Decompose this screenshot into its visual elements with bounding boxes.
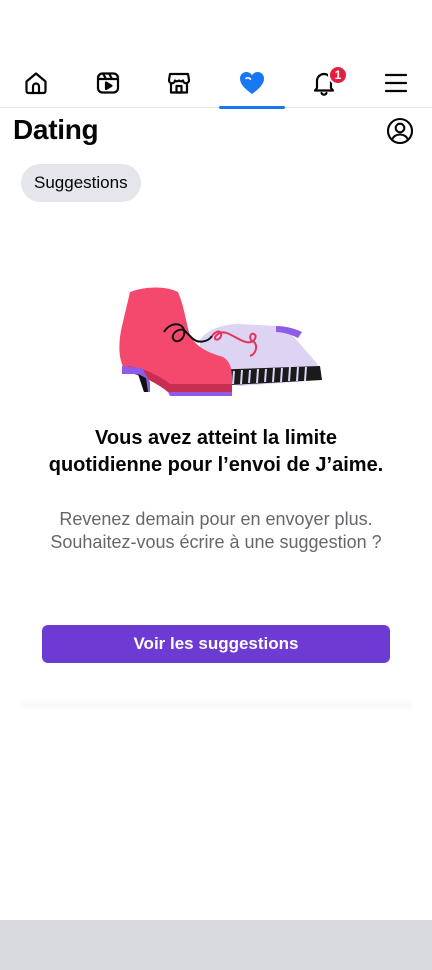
marketplace-icon — [166, 70, 192, 96]
view-suggestions-button[interactable]: Voir les suggestions — [42, 625, 390, 663]
dating-screen: 1 Dating Suggestions Vous avez atteint l… — [0, 0, 432, 970]
nav-home[interactable] — [3, 58, 69, 108]
tab-suggestions-label: Suggestions — [34, 173, 128, 192]
nav-menu[interactable] — [363, 58, 429, 108]
menu-icon — [384, 72, 408, 94]
limit-title: Vous avez atteint la limite quotidienne … — [48, 427, 384, 476]
system-bottom-bar — [0, 920, 432, 970]
nav-video[interactable] — [75, 58, 141, 108]
heart-icon — [238, 70, 266, 96]
tab-suggestions[interactable]: Suggestions — [21, 164, 141, 202]
top-nav: 1 — [0, 58, 432, 109]
card-shadow — [20, 698, 412, 712]
video-icon — [95, 70, 121, 96]
home-icon — [23, 70, 49, 96]
shoes-illustration — [108, 282, 324, 398]
profile-icon — [386, 117, 414, 150]
page-title: Dating — [13, 114, 99, 145]
nav-marketplace[interactable] — [146, 58, 212, 108]
nav-notifications[interactable]: 1 — [291, 58, 357, 108]
notification-badge: 1 — [328, 65, 348, 85]
nav-dating[interactable] — [219, 58, 285, 109]
limit-description: Revenez demain pour en envoyer plus. Sou… — [50, 509, 382, 552]
profile-button[interactable] — [384, 117, 416, 149]
